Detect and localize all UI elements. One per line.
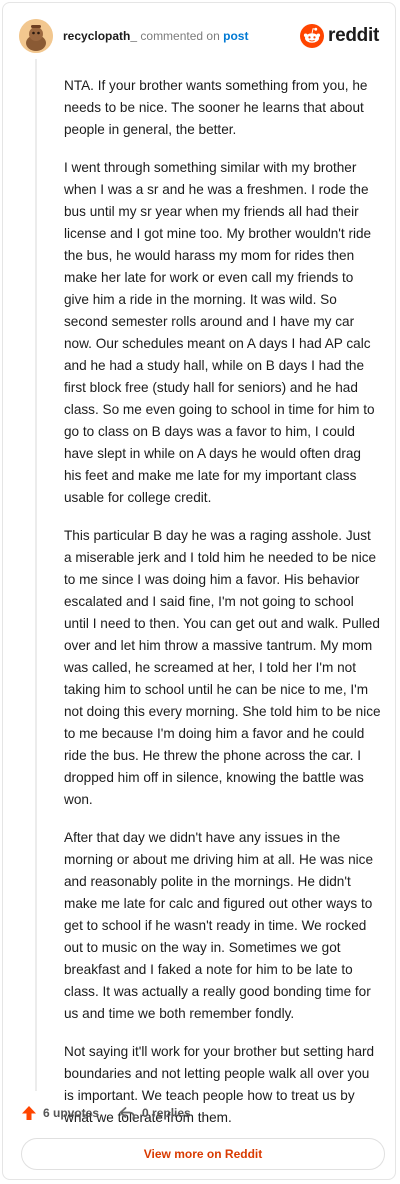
comment-paragraph: I went through something similar with my… — [64, 160, 375, 505]
view-more-button[interactable]: View more on Reddit — [21, 1138, 385, 1170]
reddit-logo-icon — [300, 24, 325, 48]
post-link[interactable]: post — [223, 29, 248, 43]
commented-on-text: commented on — [140, 29, 220, 43]
upvote-button[interactable]: 6 upvotes — [21, 1105, 99, 1121]
upvote-arrow-icon — [22, 1106, 36, 1120]
comment-card: recyclopath_ commented on post reddit NT… — [2, 2, 396, 1180]
comment-body: NTA. If your brother wants something fro… — [64, 75, 382, 1145]
comment-meta: recyclopath_ commented on post — [63, 28, 248, 44]
reddit-brand[interactable]: reddit — [300, 24, 379, 48]
thread-line[interactable] — [35, 59, 37, 1091]
username-link[interactable]: recyclopath_ — [63, 29, 137, 43]
upvote-count: 6 upvotes — [43, 1106, 100, 1120]
reply-count: 0 replies — [142, 1106, 191, 1120]
reply-arrow-icon — [119, 1107, 135, 1120]
user-avatar[interactable] — [19, 19, 53, 53]
reply-button[interactable]: 0 replies — [119, 1105, 191, 1121]
comment-paragraph: NTA. If your brother wants something fro… — [64, 78, 368, 137]
comment-header: recyclopath_ commented on post reddit — [19, 19, 379, 53]
comment-paragraph: This particular B day he was a raging as… — [64, 528, 381, 807]
comment-paragraph: After that day we didn't have any issues… — [64, 830, 374, 1021]
avatar-icon — [19, 19, 53, 53]
comment-actions: 6 upvotes 0 replies — [21, 1102, 377, 1124]
reddit-wordmark: reddit — [328, 25, 379, 46]
